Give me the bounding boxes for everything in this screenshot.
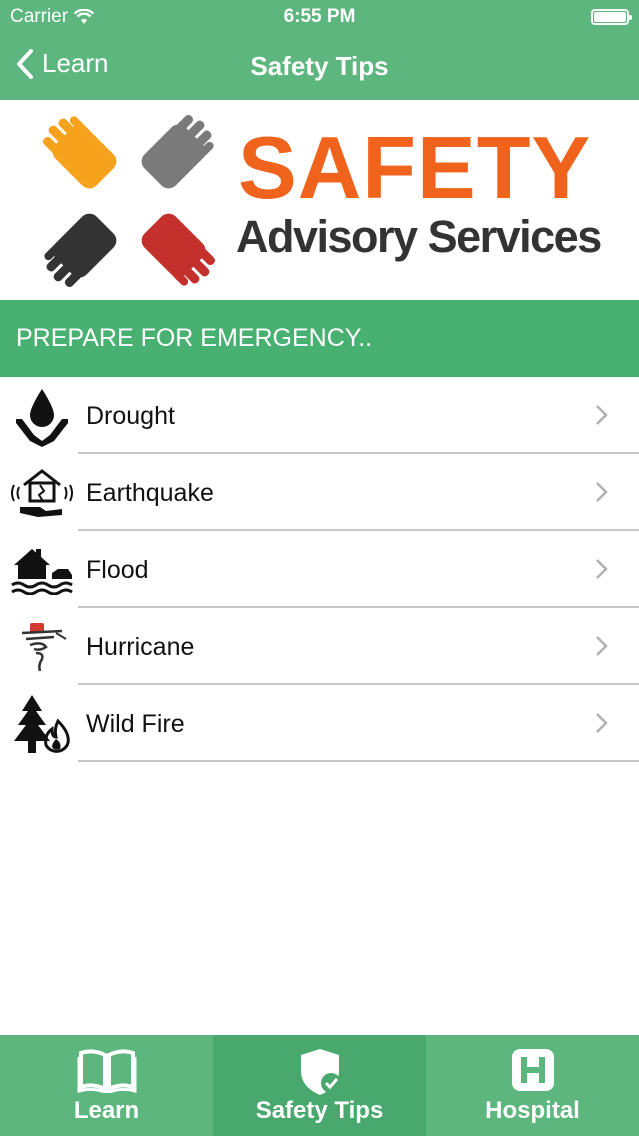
list-item-flood[interactable]: Flood <box>0 531 639 608</box>
list-item-label: Drought <box>86 402 175 430</box>
list-item-label: Wild Fire <box>86 710 185 738</box>
drought-icon <box>10 384 74 448</box>
brand-banner: SAFETY Advisory Services <box>0 100 639 300</box>
tab-label: Learn <box>73 1097 140 1124</box>
wildfire-icon <box>10 692 74 756</box>
list-item-label: Flood <box>86 556 149 584</box>
list-item-wild-fire[interactable]: Wild Fire <box>0 685 639 762</box>
list-item-drought[interactable]: Drought <box>0 377 639 454</box>
battery-icon <box>591 9 632 25</box>
earthquake-icon <box>10 461 74 525</box>
tab-safety-tips[interactable]: Safety Tips <box>213 1035 426 1136</box>
tab-hospital[interactable]: Hospital <box>426 1035 639 1136</box>
flood-icon <box>10 538 74 602</box>
status-time: 6:55 PM <box>283 6 356 27</box>
shield-check-icon <box>300 1049 341 1095</box>
list-item-label: Earthquake <box>86 479 214 507</box>
status-bar: Carrier 6:55 PM <box>0 0 639 34</box>
hospital-icon <box>511 1049 554 1091</box>
tab-learn[interactable]: Learn <box>0 1035 213 1136</box>
emergency-list: Drought Earthquake Flood Hurricane Wild … <box>0 377 639 762</box>
hurricane-icon <box>10 615 74 679</box>
chevron-right-icon <box>596 559 608 579</box>
tab-label: Hospital <box>485 1097 580 1124</box>
chevron-right-icon <box>596 636 608 656</box>
navigation-bar: Learn Safety Tips <box>0 34 639 100</box>
section-header: PREPARE FOR EMERGENCY.. <box>0 300 639 377</box>
book-icon <box>77 1049 136 1093</box>
header-bar: Carrier 6:55 PM Learn Safety Tips <box>0 0 639 100</box>
row-divider <box>78 760 639 762</box>
chevron-right-icon <box>596 713 608 733</box>
list-item-earthquake[interactable]: Earthquake <box>0 454 639 531</box>
list-item-hurricane[interactable]: Hurricane <box>0 608 639 685</box>
chevron-right-icon <box>596 482 608 502</box>
page-title: Safety Tips <box>250 51 389 81</box>
brand-title: SAFETY <box>238 118 592 217</box>
tab-label: Safety Tips <box>255 1097 384 1124</box>
list-item-label: Hurricane <box>86 633 195 661</box>
hands-logo-icon <box>42 114 216 288</box>
tab-bar: Learn Safety Tips Hospital <box>0 1035 639 1136</box>
chevron-right-icon <box>596 405 608 425</box>
brand-subtitle: Advisory Services <box>236 211 602 262</box>
